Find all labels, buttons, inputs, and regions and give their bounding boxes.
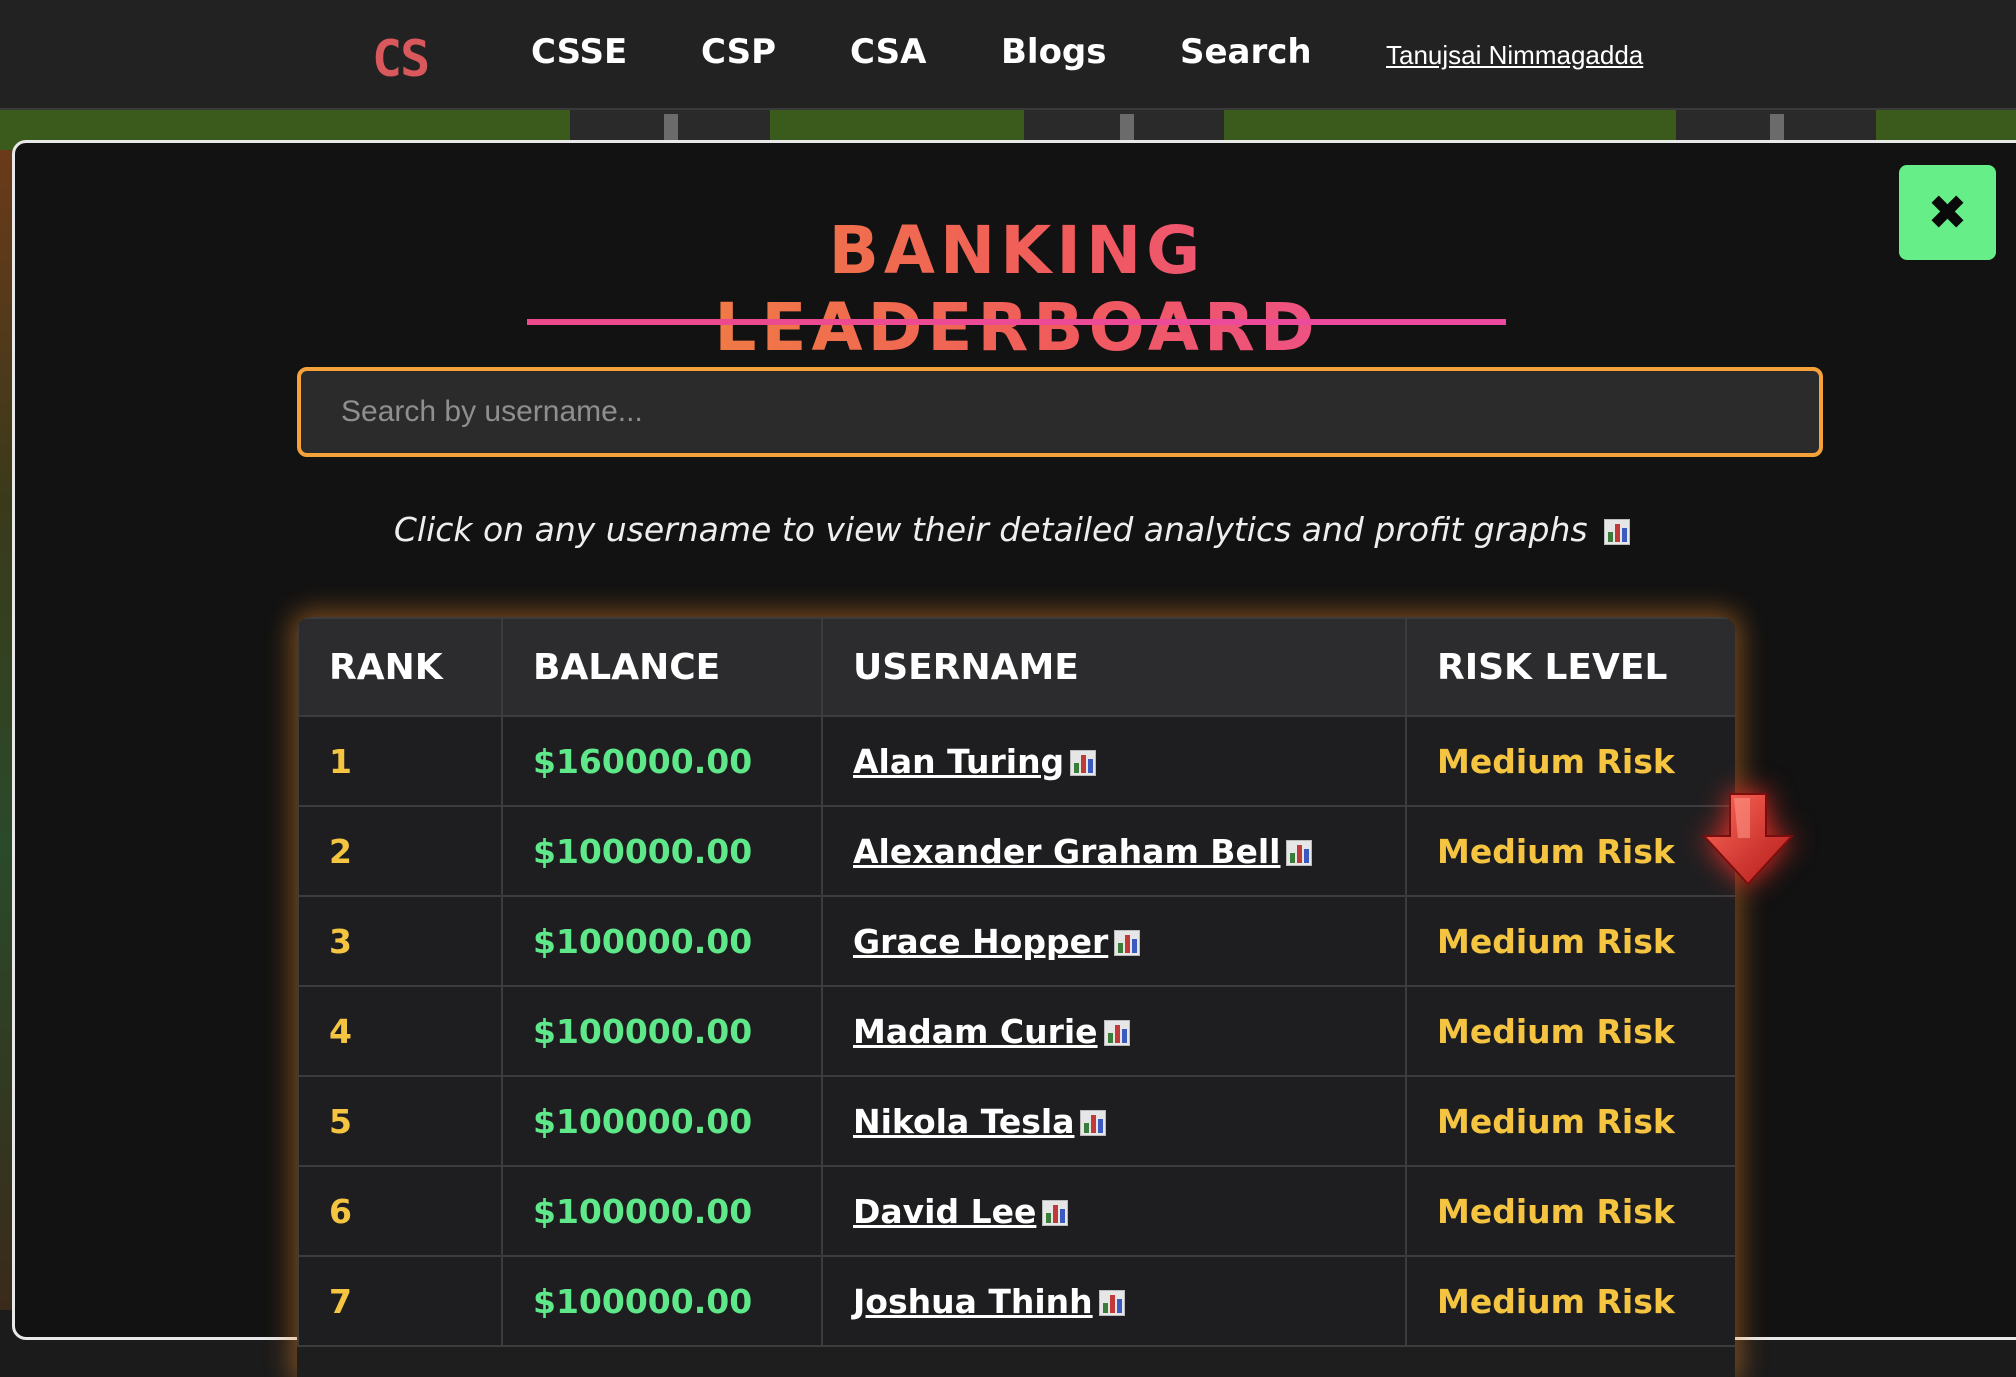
risk-cell: Medium Risk xyxy=(1405,715,1735,807)
nav-link-blogs[interactable]: Blogs xyxy=(1001,32,1107,72)
table-row: 4 $100000.00 Madam Curie Medium Risk xyxy=(297,985,1735,1077)
username-cell: Madam Curie xyxy=(821,985,1407,1077)
balance-cell: $100000.00 xyxy=(501,1075,823,1167)
top-navbar: CS CSSE CSP CSA Blogs Search Tanujsai Ni… xyxy=(0,0,2016,110)
nav-link-csp[interactable]: CSP xyxy=(701,32,776,72)
leaderboard-title: BANKING LEADERBOARD xyxy=(528,212,1506,366)
username-cell: Nikola Tesla xyxy=(821,1075,1407,1167)
hint-text-label: Click on any username to view their deta… xyxy=(393,510,1588,549)
nav-link-csa[interactable]: CSA xyxy=(850,32,926,72)
risk-cell: Medium Risk xyxy=(1405,1165,1735,1257)
red-down-arrow-icon[interactable] xyxy=(1700,792,1796,888)
risk-cell: Medium Risk xyxy=(1405,895,1735,987)
hint-text: Click on any username to view their deta… xyxy=(297,510,1727,549)
username-cell: Joshua Thinh xyxy=(821,1255,1407,1347)
username-cell: Grace Hopper xyxy=(821,895,1407,987)
table-header-row: RANK BALANCE USERNAME RISK LEVEL xyxy=(297,617,1735,717)
close-button[interactable]: ✖ xyxy=(1899,165,1996,260)
header-rank[interactable]: RANK xyxy=(297,617,503,717)
nav-link-csse[interactable]: CSSE xyxy=(531,32,627,72)
username-link[interactable]: Joshua Thinh xyxy=(853,1282,1093,1321)
table-row: 3 $100000.00 Grace Hopper Medium Risk xyxy=(297,895,1735,987)
cs-logo[interactable]: CS xyxy=(372,30,430,88)
header-username[interactable]: USERNAME xyxy=(821,617,1407,717)
balance-cell: $100000.00 xyxy=(501,895,823,987)
leaderboard-table: RANK BALANCE USERNAME RISK LEVEL 1 $1600… xyxy=(297,617,1735,1377)
header-balance[interactable]: BALANCE xyxy=(501,617,823,717)
rank-cell: 3 xyxy=(297,895,503,987)
rank-cell: 1 xyxy=(297,715,503,807)
balance-cell: $100000.00 xyxy=(501,805,823,897)
table-row: 1 $160000.00 Alan Turing Medium Risk xyxy=(297,715,1735,807)
risk-cell: Medium Risk xyxy=(1405,805,1735,897)
username-cell: David Lee xyxy=(821,1165,1407,1257)
rank-cell: 4 xyxy=(297,985,503,1077)
header-risk-level[interactable]: RISK LEVEL xyxy=(1405,617,1735,717)
username-link[interactable]: Madam Curie xyxy=(853,1012,1098,1051)
rank-cell: 6 xyxy=(297,1165,503,1257)
bar-chart-icon[interactable] xyxy=(1098,1290,1125,1316)
table-row: 6 $100000.00 David Lee Medium Risk xyxy=(297,1165,1735,1257)
balance-cell: $160000.00 xyxy=(501,715,823,807)
username-link[interactable]: Grace Hopper xyxy=(853,922,1108,961)
username-cell: Alexander Graham Bell xyxy=(821,805,1407,897)
table-row: 5 $100000.00 Nikola Tesla Medium Risk xyxy=(297,1075,1735,1167)
username-link[interactable]: David Lee xyxy=(853,1192,1036,1231)
risk-cell: Medium Risk xyxy=(1405,985,1735,1077)
username-link[interactable]: Alan Turing xyxy=(853,742,1064,781)
balance-cell: $100000.00 xyxy=(501,985,823,1077)
username-link[interactable]: Alexander Graham Bell xyxy=(853,832,1280,871)
bar-chart-icon[interactable] xyxy=(1286,840,1313,866)
username-cell: Alan Turing xyxy=(821,715,1407,807)
table-row: 7 $100000.00 Joshua Thinh Medium Risk xyxy=(297,1255,1735,1347)
bar-chart-icon[interactable] xyxy=(1114,930,1141,956)
username-link[interactable]: Nikola Tesla xyxy=(853,1102,1074,1141)
title-underline xyxy=(527,319,1506,325)
risk-cell: Medium Risk xyxy=(1405,1075,1735,1167)
rank-cell: 7 xyxy=(297,1255,503,1347)
table-row: 2 $100000.00 Alexander Graham Bell Mediu… xyxy=(297,805,1735,897)
username-search-input[interactable] xyxy=(297,367,1823,457)
balance-cell: $100000.00 xyxy=(501,1255,823,1347)
nav-link-search[interactable]: Search xyxy=(1180,32,1312,72)
bar-chart-icon xyxy=(1604,518,1631,545)
balance-cell: $100000.00 xyxy=(501,1165,823,1257)
rank-cell: 5 xyxy=(297,1075,503,1167)
bar-chart-icon[interactable] xyxy=(1042,1200,1069,1226)
bar-chart-icon[interactable] xyxy=(1080,1110,1107,1136)
user-profile-link[interactable]: Tanujsai Nimmagadda xyxy=(1386,40,1643,71)
rank-cell: 2 xyxy=(297,805,503,897)
risk-cell: Medium Risk xyxy=(1405,1255,1735,1347)
bar-chart-icon[interactable] xyxy=(1070,750,1097,776)
bar-chart-icon[interactable] xyxy=(1103,1020,1130,1046)
